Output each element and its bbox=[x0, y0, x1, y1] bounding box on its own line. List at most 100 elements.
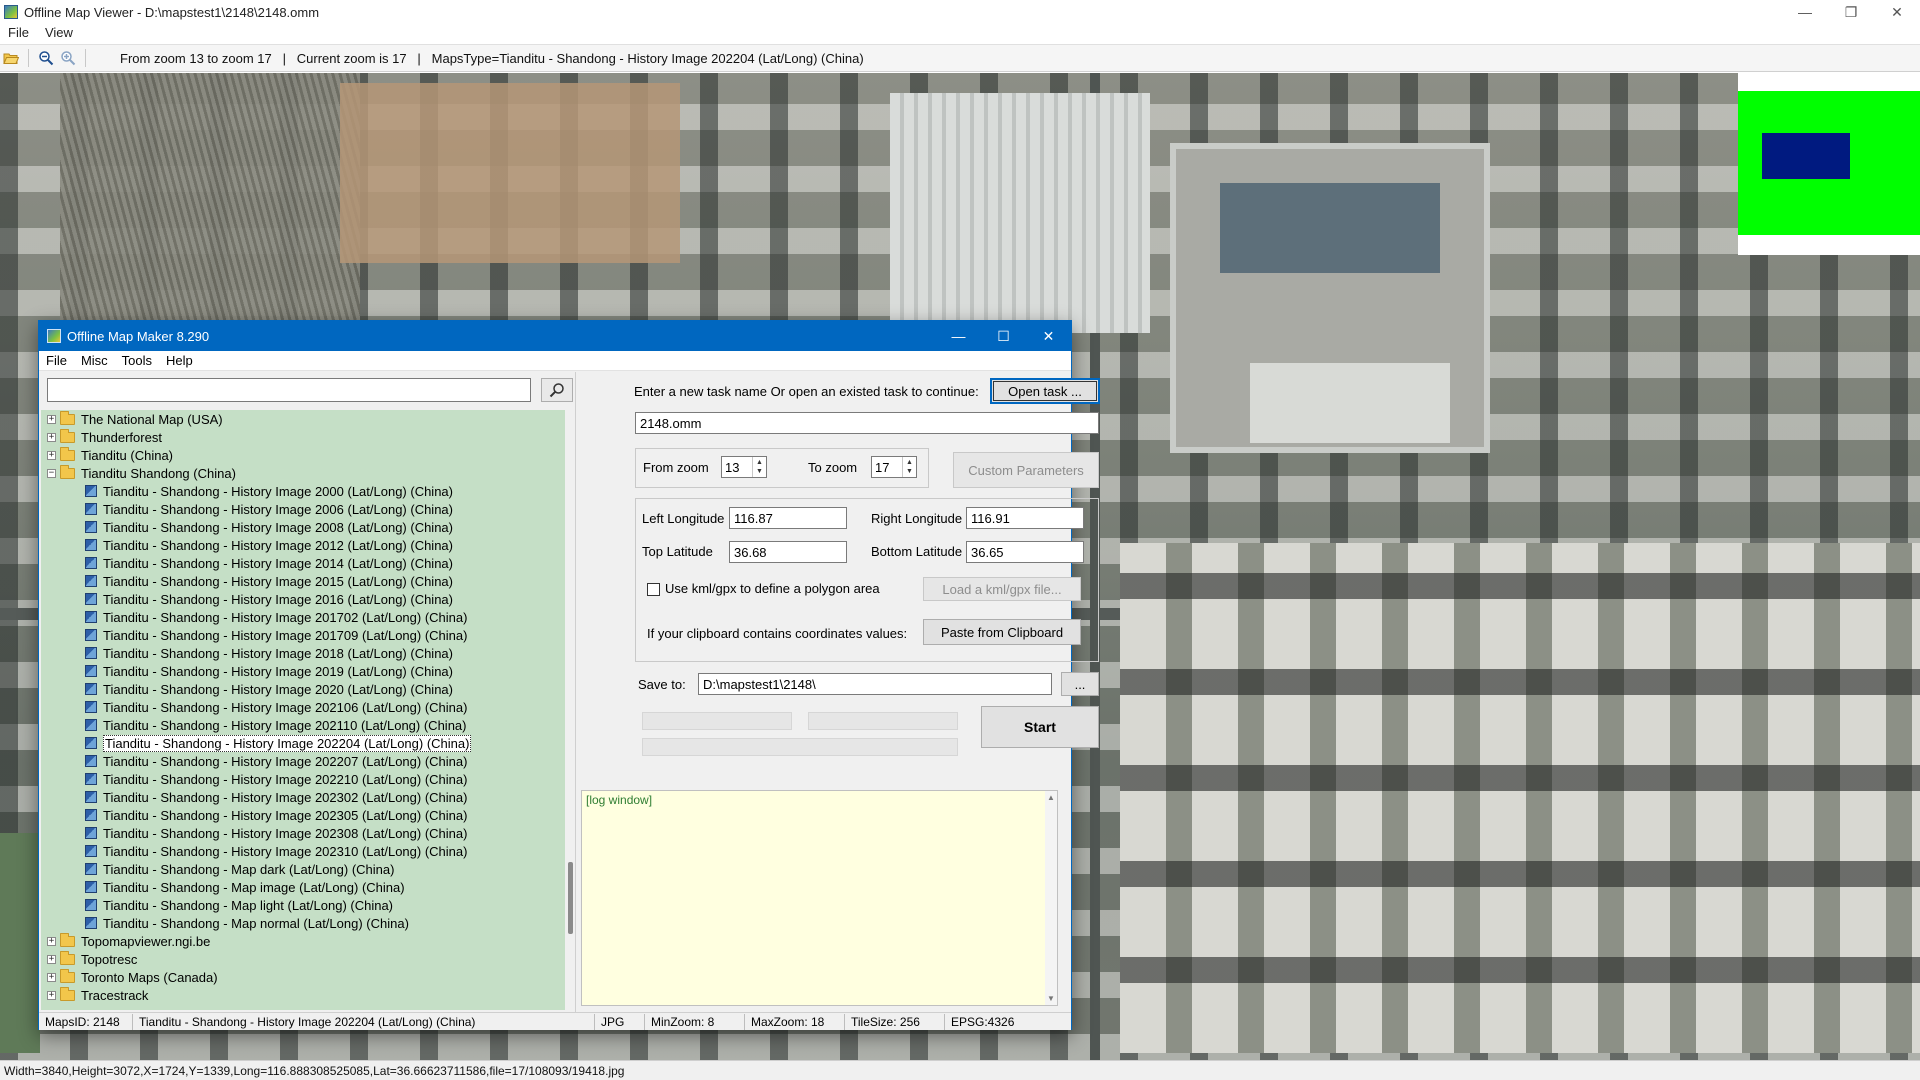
expand-icon[interactable]: + bbox=[47, 450, 56, 460]
tree-map-item[interactable]: Tianditu - Shandong - History Image 2012… bbox=[41, 536, 565, 554]
tree-map-item[interactable]: Tianditu - Shandong - History Image 2021… bbox=[41, 716, 565, 734]
folder-icon bbox=[60, 932, 75, 947]
tree-map-item[interactable]: Tianditu - Shandong - History Image 2008… bbox=[41, 518, 565, 536]
dialog-close-button[interactable]: ✕ bbox=[1026, 321, 1071, 351]
search-input[interactable] bbox=[47, 378, 531, 402]
tree-folder-item[interactable]: + Tracestrack bbox=[41, 986, 565, 1004]
collapse-icon[interactable]: − bbox=[47, 468, 56, 478]
maximize-button[interactable]: ❐ bbox=[1828, 0, 1874, 24]
dialog-maximize-button[interactable]: ☐ bbox=[981, 321, 1026, 351]
tree-folder-item[interactable]: + Toronto Maps (Canada) bbox=[41, 968, 565, 986]
tree-scrollbar-thumb[interactable] bbox=[568, 862, 573, 934]
tree-folder-item[interactable]: + Thunderforest bbox=[41, 428, 565, 446]
tree-map-item[interactable]: Tianditu - Shandong - History Image 2019… bbox=[41, 662, 565, 680]
load-kml-button[interactable]: Load a kml/gpx file... bbox=[923, 577, 1081, 601]
map-source-pane: + The National Map (USA) + Thunderforest + Ti… bbox=[39, 372, 576, 1012]
tree-item-label: Tianditu - Shandong - History Image 2023… bbox=[103, 789, 468, 805]
tree-map-item[interactable]: Tianditu - Shandong - Map dark (Lat/Long… bbox=[41, 860, 565, 878]
status-bar: Width=3840,Height=3072,X=1724,Y=1339,Lon… bbox=[0, 1060, 1920, 1080]
menu-file[interactable]: File bbox=[0, 25, 37, 40]
overview-minimap[interactable] bbox=[1738, 73, 1920, 255]
expand-icon[interactable]: + bbox=[47, 990, 56, 1000]
expand-icon[interactable]: + bbox=[47, 972, 56, 982]
expand-icon[interactable]: + bbox=[47, 414, 56, 424]
dialog-title: Offline Map Maker 8.290 bbox=[67, 328, 210, 344]
tree-map-item[interactable]: Tianditu - Shandong - History Image 2023… bbox=[41, 806, 565, 824]
tree-map-item[interactable]: Tianditu - Shandong - Map image (Lat/Lon… bbox=[41, 878, 565, 896]
start-button[interactable]: Start bbox=[981, 706, 1099, 748]
left-longitude-input[interactable]: 116.87 bbox=[729, 507, 847, 529]
bottom-latitude-input[interactable]: 36.65 bbox=[966, 541, 1084, 563]
open-task-button[interactable]: Open task ... bbox=[990, 378, 1100, 404]
tree-map-item[interactable]: Tianditu - Shandong - History Image 2017… bbox=[41, 608, 565, 626]
tree-map-item[interactable]: Tianditu - Shandong - Map normal (Lat/Lo… bbox=[41, 914, 565, 932]
menu-view[interactable]: View bbox=[37, 25, 81, 40]
tree-scrollbar[interactable] bbox=[567, 410, 575, 1010]
use-kml-checkbox[interactable] bbox=[647, 583, 660, 596]
map-layer-icon bbox=[85, 647, 97, 659]
tree-folder-item[interactable]: + The National Map (USA) bbox=[41, 410, 565, 428]
dialog-menu-file[interactable]: File bbox=[39, 353, 74, 368]
spinner-arrows-icon[interactable]: ▲ ▼ bbox=[902, 457, 916, 477]
tree-map-item[interactable]: Tianditu - Shandong - History Image 2015… bbox=[41, 572, 565, 590]
tree-map-item[interactable]: Tianditu - Shandong - History Image 2000… bbox=[41, 482, 565, 500]
scroll-up-icon[interactable]: ▲ bbox=[1047, 793, 1055, 802]
tree-folder-item[interactable]: + Topomapviewer.ngi.be bbox=[41, 932, 565, 950]
tree-map-item[interactable]: Tianditu - Shandong - History Image 2022… bbox=[41, 752, 565, 770]
scroll-down-icon[interactable]: ▼ bbox=[1047, 994, 1055, 1003]
custom-parameters-button[interactable]: Custom Parameters bbox=[953, 452, 1099, 488]
status-format: JPG bbox=[595, 1013, 645, 1030]
tree-map-item[interactable]: Tianditu - Shandong - History Image 2023… bbox=[41, 788, 565, 806]
tree-item-label: Tianditu (China) bbox=[81, 447, 174, 463]
overview-viewport[interactable] bbox=[1762, 133, 1850, 179]
paste-clipboard-button[interactable]: Paste from Clipboard bbox=[923, 619, 1081, 645]
tree-map-item[interactable]: Tianditu - Shandong - History Image 2023… bbox=[41, 824, 565, 842]
open-folder-icon[interactable] bbox=[0, 47, 22, 69]
minimize-button[interactable]: — bbox=[1782, 0, 1828, 24]
tree-folder-item[interactable]: − Tianditu Shandong (China) bbox=[41, 464, 565, 482]
tree-map-item[interactable]: Tianditu - Shandong - History Image 2018… bbox=[41, 644, 565, 662]
dialog-minimize-button[interactable]: — bbox=[936, 321, 981, 351]
folder-icon bbox=[60, 410, 75, 425]
dialog-titlebar[interactable]: Offline Map Maker 8.290 — ☐ ✕ bbox=[39, 321, 1071, 351]
dialog-menu-misc[interactable]: Misc bbox=[74, 353, 115, 368]
from-zoom-spinner[interactable]: 13 ▲ ▼ bbox=[721, 456, 767, 478]
expand-icon[interactable]: + bbox=[47, 936, 56, 946]
right-longitude-input[interactable]: 116.91 bbox=[966, 507, 1084, 529]
dialog-menu-help[interactable]: Help bbox=[159, 353, 200, 368]
tree-map-item[interactable]: Tianditu - Shandong - History Image 2022… bbox=[41, 734, 565, 752]
tree-item-label: Thunderforest bbox=[81, 429, 162, 445]
task-name-input[interactable]: 2148.omm bbox=[635, 412, 1099, 434]
tree-map-item[interactable]: Tianditu - Shandong - History Image 2020… bbox=[41, 680, 565, 698]
save-to-input[interactable]: D:\mapstest1\2148\ bbox=[698, 673, 1052, 695]
zoom-in-icon[interactable] bbox=[57, 47, 79, 69]
to-zoom-label: To zoom bbox=[808, 460, 858, 475]
tree-map-item[interactable]: Tianditu - Shandong - History Image 2014… bbox=[41, 554, 565, 572]
tree-map-item[interactable]: Tianditu - Shandong - History Image 2006… bbox=[41, 500, 565, 518]
tree-item-label: Tianditu - Shandong - History Image 2019… bbox=[103, 663, 453, 679]
expand-icon[interactable]: + bbox=[47, 432, 56, 442]
dialog-menu-tools[interactable]: Tools bbox=[115, 353, 159, 368]
top-latitude-input[interactable]: 36.68 bbox=[729, 541, 847, 563]
map-residential-blocks bbox=[1120, 543, 1920, 1053]
zoom-out-icon[interactable] bbox=[35, 47, 57, 69]
tree-map-item[interactable]: Tianditu - Shandong - History Image 2016… bbox=[41, 590, 565, 608]
tree-folder-item[interactable]: + Topotresc bbox=[41, 950, 565, 968]
expand-icon[interactable]: + bbox=[47, 954, 56, 964]
tree-map-item[interactable]: Tianditu - Shandong - History Image 2021… bbox=[41, 698, 565, 716]
search-button[interactable] bbox=[541, 378, 573, 402]
browse-folder-button[interactable]: ... bbox=[1061, 672, 1099, 696]
tree-folder-item[interactable]: + Tianditu (China) bbox=[41, 446, 565, 464]
tree-map-item[interactable]: Tianditu - Shandong - History Image 2023… bbox=[41, 842, 565, 860]
close-button[interactable]: ✕ bbox=[1874, 0, 1920, 24]
tree-map-item[interactable]: Tianditu - Shandong - Map light (Lat/Lon… bbox=[41, 896, 565, 914]
tree-map-item[interactable]: Tianditu - Shandong - History Image 2022… bbox=[41, 770, 565, 788]
log-scrollbar[interactable]: ▲ ▼ bbox=[1045, 791, 1057, 1005]
tree-item-label: Topomapviewer.ngi.be bbox=[81, 933, 211, 949]
top-latitude-label: Top Latitude bbox=[642, 544, 713, 559]
spinner-arrows-icon[interactable]: ▲ ▼ bbox=[752, 457, 766, 477]
map-source-tree[interactable]: + The National Map (USA) + Thunderforest + Ti… bbox=[41, 410, 565, 1010]
tree-map-item[interactable]: Tianditu - Shandong - History Image 2017… bbox=[41, 626, 565, 644]
log-window[interactable]: [log window] ▲ ▼ bbox=[581, 790, 1058, 1006]
to-zoom-spinner[interactable]: 17 ▲ ▼ bbox=[871, 456, 917, 478]
